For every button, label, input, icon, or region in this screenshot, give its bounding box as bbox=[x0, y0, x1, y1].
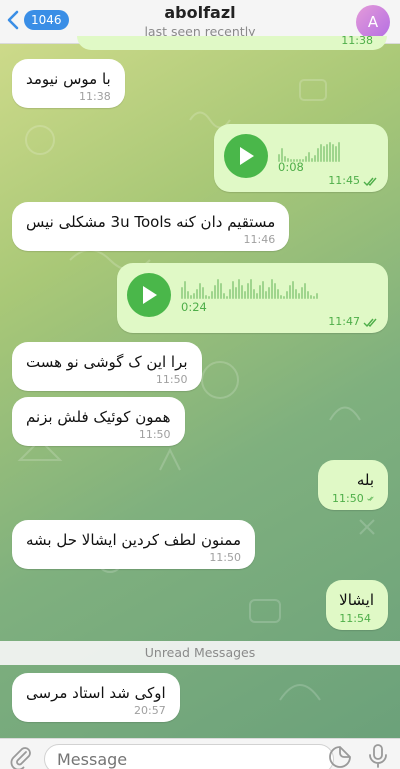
double-check-icon bbox=[366, 496, 374, 501]
message-text: ممنون لطف کردین ایشالا حل بشه bbox=[26, 531, 242, 549]
message-composer bbox=[0, 738, 400, 769]
message-time: 11:38 bbox=[341, 36, 373, 47]
message-input[interactable] bbox=[44, 744, 334, 769]
message-text: با موس نیومد bbox=[26, 70, 111, 88]
play-button[interactable] bbox=[127, 273, 171, 317]
message-time: 11:50 bbox=[155, 373, 188, 386]
message-bubble-incoming[interactable]: اوکی شد استاد مرسی 20:57 bbox=[12, 673, 180, 722]
message-bubble-partial[interactable]: 11:38 bbox=[77, 36, 387, 50]
message-bubble-outgoing[interactable]: بله 11:50 bbox=[318, 460, 388, 510]
voice-duration: 0:24 bbox=[181, 300, 207, 314]
message-bubble-incoming[interactable]: مستقیم دان کنه 3u Tools مشکلی نیس 11:46 bbox=[12, 202, 290, 251]
play-icon bbox=[240, 147, 254, 165]
message-bubble-incoming[interactable]: ممنون لطف کردین ایشالا حل بشه 11:50 bbox=[12, 520, 256, 569]
play-button[interactable] bbox=[224, 134, 268, 178]
unread-messages-divider: Unread Messages bbox=[0, 641, 400, 665]
message-meta: 11:54 bbox=[339, 611, 374, 626]
double-check-icon bbox=[363, 177, 377, 186]
voice-message-outgoing[interactable]: 0:24 11:47 bbox=[117, 263, 388, 333]
message-meta: 11:47 bbox=[328, 315, 378, 329]
message-bubble-incoming[interactable]: همون کوئیک فلش بزنم 11:50 bbox=[12, 397, 185, 446]
double-check-icon bbox=[363, 318, 377, 327]
message-bubble-incoming[interactable]: برا این ک گوشی نو هست 11:50 bbox=[12, 342, 202, 391]
message-text: بله bbox=[356, 471, 374, 489]
voice-message-outgoing[interactable]: 0:08 11:45 bbox=[214, 124, 388, 192]
message-meta: 11:45 bbox=[328, 174, 378, 188]
message-text: برا این ک گوشی نو هست bbox=[26, 353, 188, 371]
contact-name[interactable]: abolfazl bbox=[0, 3, 400, 22]
message-time: 11:47 bbox=[328, 315, 360, 328]
paperclip-icon[interactable] bbox=[9, 745, 33, 769]
play-icon bbox=[143, 286, 157, 304]
waveform[interactable] bbox=[181, 277, 318, 299]
message-time: 11:50 bbox=[209, 551, 242, 564]
message-text: اوکی شد استاد مرسی bbox=[26, 684, 166, 702]
message-time: 11:50 bbox=[332, 492, 364, 505]
waveform[interactable] bbox=[278, 140, 340, 162]
message-time: 11:54 bbox=[339, 612, 371, 625]
message-time: 11:46 bbox=[243, 233, 276, 246]
message-bubble-incoming[interactable]: با موس نیومد 11:38 bbox=[12, 59, 125, 108]
message-text: همون کوئیک فلش بزنم bbox=[26, 408, 171, 426]
avatar[interactable]: A bbox=[356, 5, 390, 39]
message-meta: 11:50 bbox=[332, 491, 374, 506]
microphone-icon[interactable] bbox=[368, 744, 388, 768]
message-time: 11:38 bbox=[79, 90, 111, 103]
voice-duration: 0:08 bbox=[278, 160, 304, 174]
message-time: 11:50 bbox=[138, 428, 171, 441]
message-bubble-outgoing[interactable]: ایشالا 11:54 bbox=[326, 580, 388, 630]
message-text: ایشالا bbox=[339, 591, 374, 609]
message-time: 20:57 bbox=[134, 704, 166, 717]
message-time: 11:45 bbox=[328, 174, 360, 187]
message-text: مستقیم دان کنه 3u Tools مشکلی نیس bbox=[26, 213, 276, 231]
sticker-icon[interactable] bbox=[329, 746, 351, 768]
